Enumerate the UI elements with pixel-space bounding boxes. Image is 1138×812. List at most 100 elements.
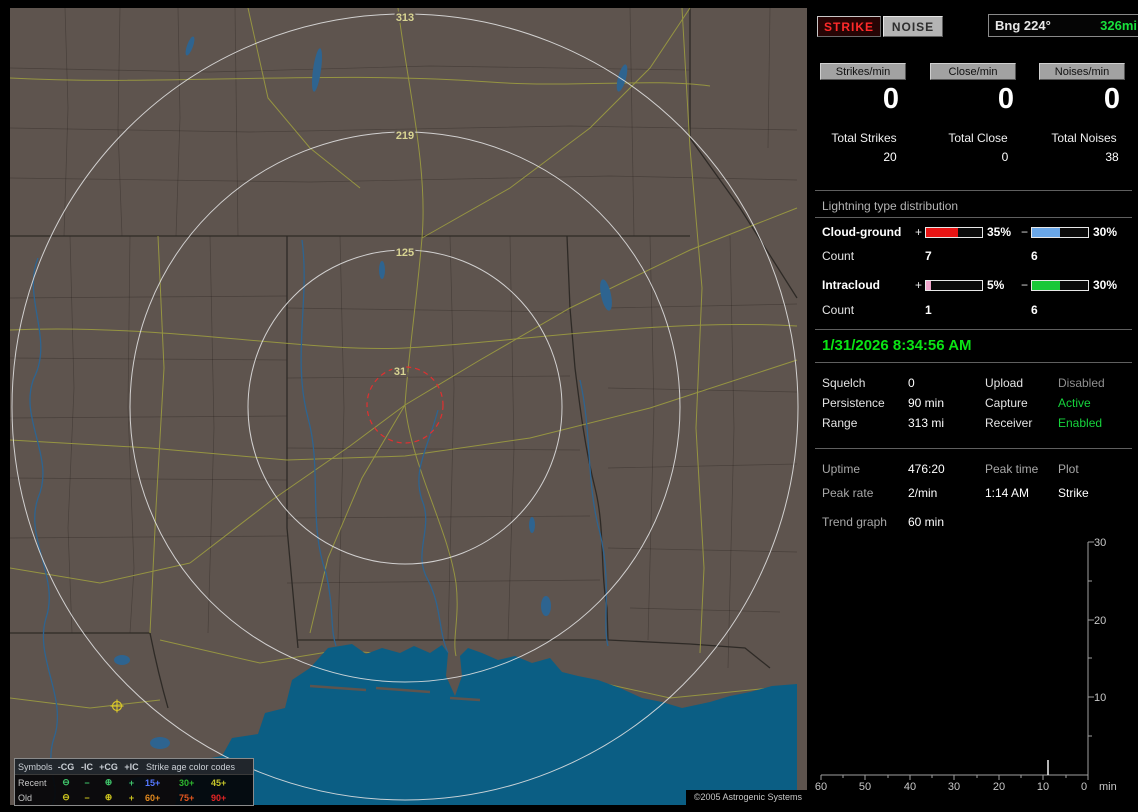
x-tick-40: 40 (904, 781, 916, 793)
ic-positive-count: 1 (925, 303, 932, 317)
noise-mode-button[interactable]: NOISE (883, 16, 943, 37)
x-tick-0: 0 (1081, 781, 1087, 793)
strikes-per-min-value: 0 (882, 83, 900, 115)
capture-label: Capture (985, 396, 1028, 410)
total-noises-value: 38 (1105, 150, 1119, 164)
peak-time-value: 1:14 AM (985, 486, 1030, 500)
total-close-value: 0 (1001, 150, 1009, 164)
ic-positive-pct: 5% (987, 278, 1005, 292)
legend-symbols-title: Symbols (18, 761, 53, 772)
plus-sign: + (915, 225, 923, 239)
distribution-title: Lightning type distribution (822, 199, 959, 213)
y-tick-10: 10 (1094, 692, 1106, 704)
uptime-label: Uptime (822, 462, 861, 476)
close-per-min-badge: Close/min (930, 63, 1016, 80)
y-tick-30: 30 (1094, 537, 1106, 549)
x-tick-10: 10 (1037, 781, 1049, 793)
intracloud-count-row: Count 1 6 (815, 303, 1138, 319)
cg-negative-bar-fill (1032, 228, 1060, 237)
age-30: 30+ (179, 777, 195, 788)
squelch-label: Squelch (822, 376, 866, 390)
datetime-display: 1/31/2026 8:34:56 AM (822, 337, 972, 354)
upload-label: Upload (985, 376, 1024, 390)
count-label: Count (822, 249, 855, 263)
status-panel: STRIKE NOISE Bng 224° 326mi Strikes/min … (815, 0, 1138, 812)
bearing-display: Bng 224° 326mi (988, 14, 1138, 37)
age-60: 60+ (145, 792, 161, 803)
settings-row-3: Range 313 mi Receiver Enabled (815, 416, 1138, 432)
range-ring-label-219: 219 (396, 130, 414, 142)
x-tick-30: 30 (948, 781, 960, 793)
legend-recent-label: Recent (18, 777, 47, 788)
noises-per-min-value: 0 (1103, 83, 1121, 115)
uptime-value: 476:20 (908, 462, 945, 476)
upload-status: Disabled (1058, 376, 1105, 390)
peak-rate-label: Peak rate (822, 486, 874, 500)
squelch-value: 0 (908, 376, 915, 390)
recent-pos-ic-icon: + (128, 777, 135, 788)
close-per-min-value: 0 (997, 83, 1015, 115)
range-ring-label-31: 31 (394, 366, 406, 378)
receiver-label: Receiver (985, 416, 1033, 430)
cloud-ground-label: Cloud-ground (822, 225, 902, 239)
legend-col-neg-cg: -CG (57, 761, 75, 772)
chart-axes (820, 541, 1094, 780)
map-legend: Symbols -CG -IC +CG +IC Strike age color… (14, 758, 254, 806)
persistence-value: 90 min (908, 396, 945, 410)
total-strikes-label: Total Strikes (831, 131, 897, 145)
old-pos-cg-icon: ⊕ (104, 792, 113, 802)
peak-rate-value: 2/min (908, 486, 938, 500)
total-close-label: Total Close (948, 131, 1008, 145)
divider (815, 190, 1132, 191)
ic-negative-bar (1031, 280, 1089, 291)
map-graphics: 313 219 125 31 (10, 8, 807, 805)
strikes-per-min-badge: Strikes/min (820, 63, 906, 80)
ic-positive-bar-fill (926, 281, 931, 290)
persistence-label: Persistence (822, 396, 885, 410)
map-copyright: ©2005 Astrogenic Systems (685, 790, 807, 805)
cg-negative-bar (1031, 227, 1089, 238)
recent-pos-cg-icon: ⊕ (104, 777, 113, 787)
legend-age-title: Strike age color codes (146, 761, 236, 772)
legend-col-pos-ic: +IC (124, 761, 139, 772)
age-45: 45+ (211, 777, 227, 788)
nexstorm-window: 313 219 125 31 Symbols -CG -IC +CG +IC S… (0, 0, 1138, 812)
cg-negative-count: 6 (1031, 249, 1038, 263)
strike-mode-button[interactable]: STRIKE (817, 16, 881, 37)
cg-negative-pct: 30% (1093, 225, 1118, 239)
bearing-label: Bng 224° (995, 18, 1051, 33)
old-neg-cg-icon: ⊖ (62, 792, 70, 802)
trend-graph-row: Trend graph 60 min (815, 515, 1138, 531)
settings-row-2: Persistence 90 min Capture Active (815, 396, 1138, 412)
cg-positive-count: 7 (925, 249, 932, 263)
age-15: 15+ (145, 777, 161, 788)
trend-graph-value: 60 min (908, 515, 945, 529)
total-noises-label: Total Noises (1051, 131, 1117, 145)
divider (815, 448, 1132, 449)
old-neg-ic-icon: − (84, 792, 90, 803)
range-ring-label-125: 125 (396, 247, 414, 259)
cg-positive-bar-fill (926, 228, 959, 237)
peak-time-label: Peak time (985, 462, 1039, 476)
legend-old-label: Old (18, 792, 33, 803)
recent-neg-ic-icon: − (84, 777, 90, 788)
cg-positive-pct: 35% (987, 225, 1012, 239)
legend-col-neg-ic: -IC (81, 761, 93, 772)
plus-sign: + (915, 278, 923, 292)
x-tick-20: 20 (993, 781, 1005, 793)
capture-status: Active (1058, 396, 1091, 410)
trend-chart: 30 20 10 60 50 40 30 20 10 0 min (815, 537, 1117, 793)
receiver-status: Enabled (1058, 416, 1103, 430)
range-value: 313 mi (908, 416, 945, 430)
map-canvas[interactable]: 313 219 125 31 Symbols -CG -IC +CG +IC S… (10, 8, 807, 806)
range-label: Range (822, 416, 858, 430)
divider (815, 329, 1132, 330)
legend-col-pos-cg: +CG (99, 761, 118, 772)
stats-row-2: Peak rate 2/min 1:14 AM Strike (815, 486, 1138, 502)
divider (815, 362, 1132, 363)
count-label: Count (822, 303, 855, 317)
ic-negative-count: 6 (1031, 303, 1038, 317)
old-pos-ic-icon: + (128, 792, 135, 803)
x-tick-50: 50 (859, 781, 871, 793)
cloud-ground-count-row: Count 7 6 (815, 249, 1138, 265)
